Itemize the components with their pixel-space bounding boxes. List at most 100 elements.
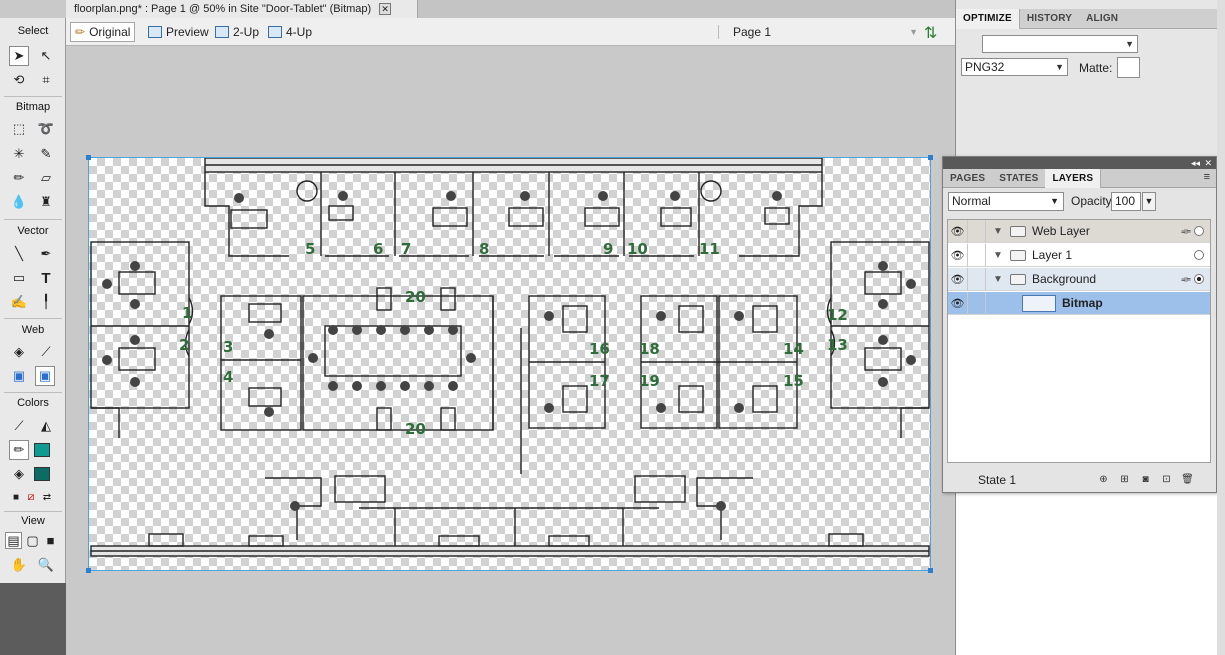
room-number: 4 — [223, 368, 233, 386]
opacity-slider-button[interactable]: ▼ — [1142, 192, 1156, 211]
blur-tool-icon[interactable]: 💧 — [9, 192, 29, 212]
expand-icon[interactable]: ▼ — [990, 250, 1006, 261]
pointer-tool-icon[interactable]: ➤ — [9, 46, 29, 66]
rubber-stamp-icon[interactable]: ♜ — [36, 192, 56, 212]
lock-toggle[interactable] — [968, 267, 986, 291]
show-slices-icon[interactable]: ▣ — [35, 366, 55, 386]
expand-icon[interactable]: ▼ — [990, 274, 1006, 285]
tab-layers[interactable]: LAYERS — [1045, 169, 1102, 188]
two-up-view-button[interactable]: 2-Up — [211, 22, 263, 42]
eye-icon[interactable]: 👁 — [948, 267, 968, 291]
original-view-label: Original — [89, 25, 131, 39]
tab-optimize[interactable]: OPTIMIZE — [956, 9, 1020, 29]
selection-handle[interactable] — [928, 155, 933, 160]
panel-menu-icon[interactable]: ≡ — [1204, 171, 1210, 183]
tab-states[interactable]: STATES — [992, 169, 1045, 188]
standard-screen-icon[interactable]: ▤ — [5, 532, 22, 549]
page-selector[interactable]: Page 1 ▼ — [718, 24, 918, 40]
brush-tool-icon[interactable]: ✎ — [36, 144, 56, 164]
eraser-tool-icon[interactable]: ▱ — [36, 168, 56, 188]
export-format-select[interactable]: PNG32 ▼ — [961, 58, 1068, 76]
selection-handle[interactable] — [928, 568, 933, 573]
eye-icon[interactable]: 👁 — [948, 243, 968, 267]
stroke-pencil-icon[interactable]: ✏ — [9, 440, 29, 460]
knife-tool-icon[interactable]: ╿ — [36, 292, 56, 312]
layer-row-web-layer[interactable]: 👁 ▼ Web Layer ⟚ — [948, 219, 1210, 243]
chevron-down-icon: ▼ — [909, 27, 918, 37]
tools-section-select: Select — [17, 25, 49, 37]
panel-edge — [1217, 0, 1225, 655]
pencil-icon: ✏ — [75, 25, 86, 39]
original-view-button[interactable]: ✏ Original — [70, 22, 136, 42]
document-canvas[interactable]: 1 2 3 4 5 6 7 8 9 10 11 12 13 14 15 16 1… — [86, 155, 933, 573]
divider — [4, 318, 62, 319]
close-icon[interactable]: ✕ — [379, 3, 392, 15]
active-layer-radio[interactable] — [1194, 274, 1204, 284]
lock-toggle[interactable] — [968, 291, 986, 315]
full-screen-menus-icon[interactable]: ▢ — [24, 532, 41, 549]
tab-align[interactable]: ALIGN — [1079, 9, 1125, 29]
eye-icon[interactable]: 👁 — [948, 291, 968, 315]
active-layer-radio[interactable] — [1194, 226, 1204, 236]
fill-color-swatch[interactable] — [32, 464, 52, 484]
collapse-icon[interactable]: ◂◂ — [1191, 157, 1200, 169]
optimize-settings-select[interactable]: ▼ — [982, 35, 1138, 53]
matte-color-swatch[interactable] — [1117, 57, 1140, 78]
lasso-tool-icon[interactable]: ➰ — [36, 119, 56, 139]
opacity-input[interactable]: 100 — [1111, 192, 1141, 211]
document-tab[interactable]: floorplan.png* : Page 1 @ 50% in Site "D… — [66, 0, 418, 18]
divider — [4, 511, 62, 512]
tools-section-bitmap: Bitmap — [15, 101, 51, 113]
eyedropper-tool-icon[interactable]: ⟋ — [9, 416, 29, 436]
lock-toggle[interactable] — [968, 219, 986, 243]
preview-view-button[interactable]: Preview — [144, 22, 213, 42]
text-tool-icon[interactable]: T — [36, 268, 56, 288]
rectangle-tool-icon[interactable]: ▭ — [9, 268, 29, 288]
new-sublayer-icon[interactable]: ⊕ — [1097, 474, 1110, 486]
layer-row-bitmap[interactable]: 👁 Bitmap — [948, 291, 1210, 315]
layer-name: Layer 1 — [1032, 248, 1073, 262]
tab-history[interactable]: HISTORY — [1020, 9, 1079, 29]
selection-handle[interactable] — [86, 568, 91, 573]
marquee-tool-icon[interactable]: ⬚ — [9, 119, 29, 139]
freeform-tool-icon[interactable]: ✍ — [9, 292, 29, 312]
line-tool-icon[interactable]: ╲ — [9, 244, 29, 264]
hide-slices-icon[interactable]: ▣ — [9, 366, 29, 386]
layers-panel-titlebar[interactable]: ◂◂ ✕ — [943, 157, 1216, 169]
selection-handle[interactable] — [86, 155, 91, 160]
hotspot-tool-icon[interactable]: ◈ — [9, 342, 29, 362]
subselect-tool-icon[interactable]: ↖ — [36, 46, 56, 66]
crop-tool-icon[interactable]: ⌗ — [36, 70, 56, 90]
scale-tool-icon[interactable]: ⟲ — [9, 70, 29, 90]
expand-icon[interactable]: ▼ — [990, 226, 1006, 237]
layer-row-background[interactable]: 👁 ▼ Background ⟚ — [948, 267, 1210, 291]
trash-icon[interactable]: 🗑 — [1181, 474, 1194, 486]
full-screen-icon[interactable]: ■ — [42, 532, 59, 549]
lock-toggle[interactable] — [968, 243, 986, 267]
magic-wand-icon[interactable]: ✳ — [9, 144, 29, 164]
zoom-tool-icon[interactable]: 🔍 — [36, 555, 56, 575]
stroke-color-swatch[interactable] — [32, 440, 52, 460]
slice-tool-icon[interactable]: ⟋ — [36, 342, 56, 362]
paint-bucket-icon[interactable]: ◭ — [36, 416, 56, 436]
blend-mode-select[interactable]: Normal ▼ — [948, 192, 1064, 211]
tab-pages[interactable]: PAGES — [943, 169, 992, 188]
eye-icon[interactable]: 👁 — [948, 219, 968, 243]
pen-tool-icon[interactable]: ✒ — [36, 244, 56, 264]
pencil-tool-icon[interactable]: ✏ — [9, 168, 29, 188]
sync-arrows-icon[interactable]: ⇅ — [924, 23, 937, 43]
new-bitmap-icon[interactable]: ⊡ — [1160, 474, 1173, 486]
divider — [4, 96, 62, 97]
room-number: 7 — [401, 240, 411, 258]
active-layer-radio[interactable] — [1194, 250, 1204, 260]
swap-colors-icon[interactable]: ⇄ — [37, 487, 57, 507]
layer-row-layer-1[interactable]: 👁 ▼ Layer 1 — [948, 243, 1210, 267]
fill-bucket-icon[interactable]: ◈ — [9, 464, 29, 484]
add-mask-icon[interactable]: ◙ — [1139, 474, 1152, 486]
tools-section-view: View — [21, 515, 45, 527]
new-layer-icon[interactable]: ⊞ — [1118, 474, 1131, 486]
four-up-view-button[interactable]: 4-Up — [264, 22, 316, 42]
close-icon[interactable]: ✕ — [1204, 157, 1212, 169]
hand-tool-icon[interactable]: ✋ — [9, 555, 29, 575]
tools-section-vector: Vector — [17, 225, 49, 237]
